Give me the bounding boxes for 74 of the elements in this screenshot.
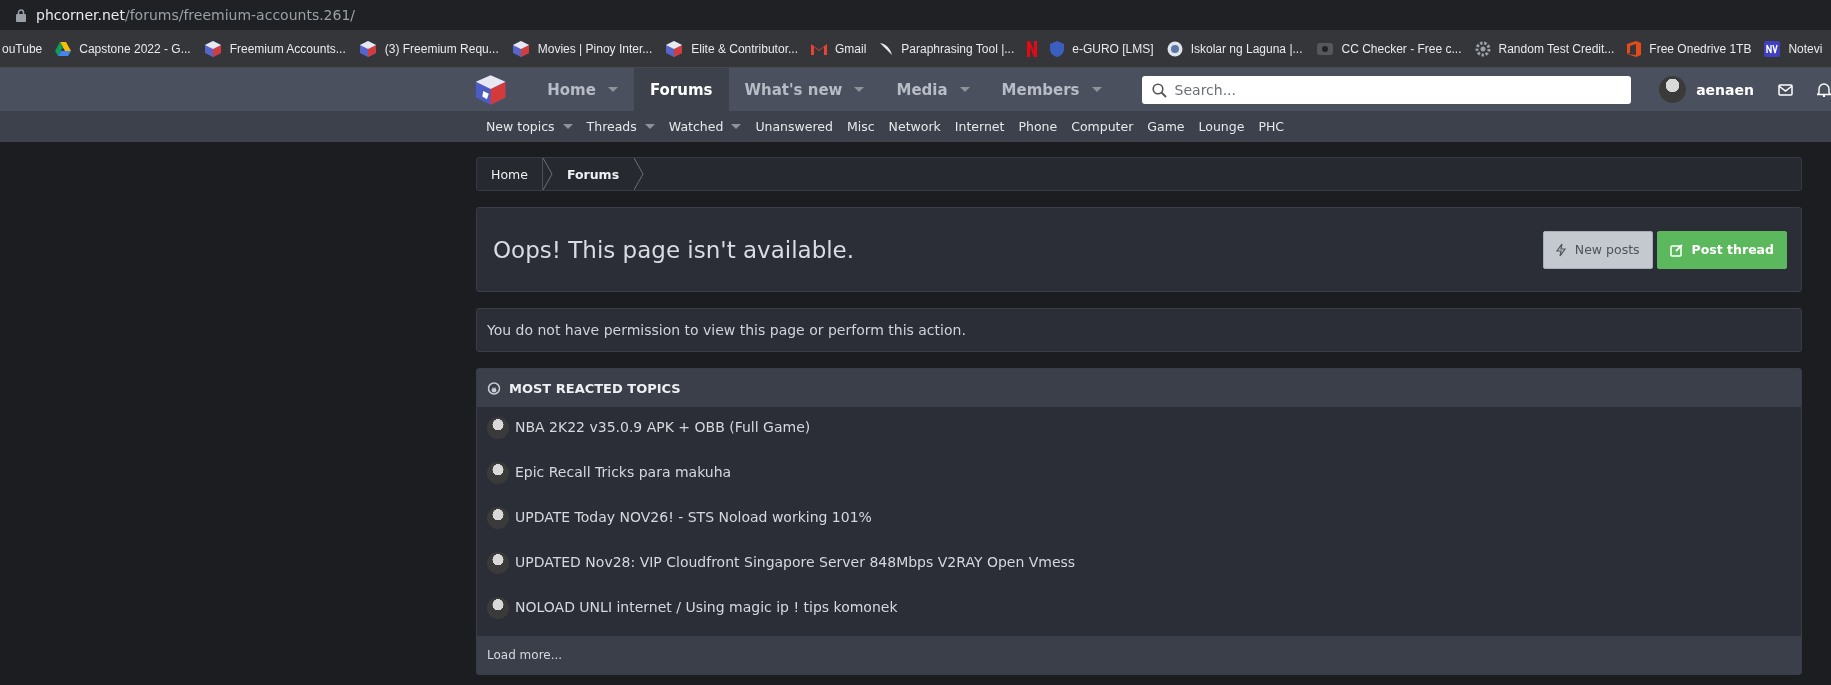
subnav-link[interactable]: PHC bbox=[1258, 119, 1285, 134]
cube-logo-icon[interactable] bbox=[474, 72, 508, 107]
nav-tab[interactable]: Home bbox=[531, 68, 634, 111]
avatar[interactable] bbox=[487, 597, 509, 619]
nav-tab[interactable]: Media bbox=[880, 68, 986, 111]
chevron-icon bbox=[542, 158, 553, 190]
subnav-link[interactable]: Misc bbox=[846, 119, 875, 134]
bookmark-link[interactable]: (3) Freemium Requ... bbox=[384, 41, 499, 56]
feather-icon bbox=[879, 41, 894, 56]
avatar[interactable] bbox=[487, 507, 509, 529]
username-link[interactable]: aenaen bbox=[1696, 81, 1754, 98]
subnav-link[interactable]: Unanswered bbox=[755, 119, 833, 134]
topic-link[interactable]: Epic Recall Tricks para makuha bbox=[515, 462, 732, 480]
bookmark-link[interactable]: Gmail bbox=[834, 41, 867, 56]
subnav-link[interactable]: Computer bbox=[1071, 119, 1134, 134]
avatar[interactable] bbox=[487, 417, 509, 439]
bookmark-link[interactable]: Notevi bbox=[1788, 41, 1823, 56]
bookmark-link[interactable]: Capstone 2022 - G... bbox=[79, 41, 191, 56]
edit-icon bbox=[1669, 242, 1684, 257]
seal-icon bbox=[1166, 40, 1183, 57]
avatar[interactable] bbox=[487, 462, 509, 484]
search-icon bbox=[1151, 82, 1167, 98]
topic-link[interactable]: UPDATE Today NOV26! - STS Noload working 101% bbox=[515, 507, 872, 525]
search-field[interactable]: Search... bbox=[1141, 75, 1632, 104]
avatar[interactable] bbox=[1659, 76, 1687, 103]
bookmark-link[interactable]: Freemium Accounts... bbox=[229, 41, 346, 56]
gear-icon bbox=[1474, 40, 1491, 57]
permission-message: You do not have permission to view this page or perform this action. bbox=[476, 308, 1802, 352]
lock-icon bbox=[16, 8, 26, 22]
topic-link[interactable]: NOLOAD UNLI internet / Using magic ip ! tips komonek bbox=[515, 597, 898, 615]
bookmark-link[interactable]: CC Checker - Free c... bbox=[1341, 41, 1462, 56]
subnav-link[interactable]: Internet bbox=[954, 119, 1005, 134]
square-logo-icon bbox=[1764, 40, 1781, 57]
cube-logo-icon bbox=[665, 39, 684, 58]
breadcrumb-link[interactable]: Home bbox=[477, 158, 543, 190]
url-text[interactable]: phcorner.net/forums/freemium-accounts.261/ bbox=[36, 7, 356, 23]
bookmark-link[interactable]: Free Onedrive 1TB bbox=[1649, 41, 1752, 56]
bookmark-link[interactable]: Elite & Contributor... bbox=[691, 41, 798, 56]
nav-tab[interactable]: Forums bbox=[633, 68, 729, 111]
subnav-link[interactable]: Lounge bbox=[1198, 119, 1245, 134]
subnav-link[interactable]: Threads bbox=[586, 119, 655, 134]
subnav-link[interactable]: Network bbox=[888, 119, 941, 134]
subnav-link[interactable]: Phone bbox=[1018, 119, 1058, 134]
shield-icon bbox=[1050, 40, 1065, 57]
topic-link[interactable]: NBA 2K22 v35.0.9 APK + OBB (Full Game) bbox=[515, 417, 811, 435]
bookmark-link[interactable]: Random Test Credit... bbox=[1498, 41, 1615, 56]
page-title: Oops! This page isn't available. bbox=[493, 236, 856, 263]
new-posts-button[interactable]: New posts bbox=[1542, 230, 1653, 269]
subnav-link[interactable]: Watched bbox=[668, 119, 742, 134]
nav-tab[interactable]: What's new bbox=[728, 68, 881, 111]
envelope-icon[interactable] bbox=[1778, 83, 1793, 96]
block-title: MOST REACTED TOPICS bbox=[509, 380, 681, 396]
cube-logo-icon bbox=[203, 39, 222, 58]
cube-logo-icon bbox=[511, 39, 530, 58]
letter-logo-icon bbox=[1027, 40, 1038, 57]
bookmark-link[interactable]: Paraphrasing Tool |... bbox=[901, 41, 1015, 56]
cube-logo-icon bbox=[358, 39, 377, 58]
subnav-link[interactable]: New topics bbox=[486, 119, 573, 134]
bookmark-link[interactable]: Movies | Pinoy Inter... bbox=[537, 41, 653, 56]
breadcrumb-link[interactable]: Forums bbox=[552, 158, 635, 190]
chevron-icon bbox=[634, 158, 645, 190]
subnav-link[interactable]: Game bbox=[1147, 119, 1185, 134]
nav-tab[interactable]: Members bbox=[985, 68, 1118, 111]
bell-icon[interactable] bbox=[1817, 82, 1831, 97]
load-more-link[interactable]: Load more... bbox=[487, 648, 563, 662]
topic-link[interactable]: UPDATED Nov28: VIP Cloudfront Singapore Server 848Mbps V2RAY Open Vmess bbox=[515, 552, 1076, 570]
dark-logo-icon bbox=[1315, 40, 1334, 57]
bookmark-link[interactable]: Iskolar ng Laguna |... bbox=[1190, 41, 1303, 56]
lightning-icon bbox=[1555, 242, 1567, 257]
avatar[interactable] bbox=[487, 552, 509, 574]
bookmark-link[interactable]: e-GURO [LMS] bbox=[1072, 41, 1154, 56]
triangle-logo-icon bbox=[55, 41, 72, 56]
office-logo-icon bbox=[1627, 40, 1642, 57]
bookmark-link[interactable]: ouTube bbox=[2, 41, 43, 56]
